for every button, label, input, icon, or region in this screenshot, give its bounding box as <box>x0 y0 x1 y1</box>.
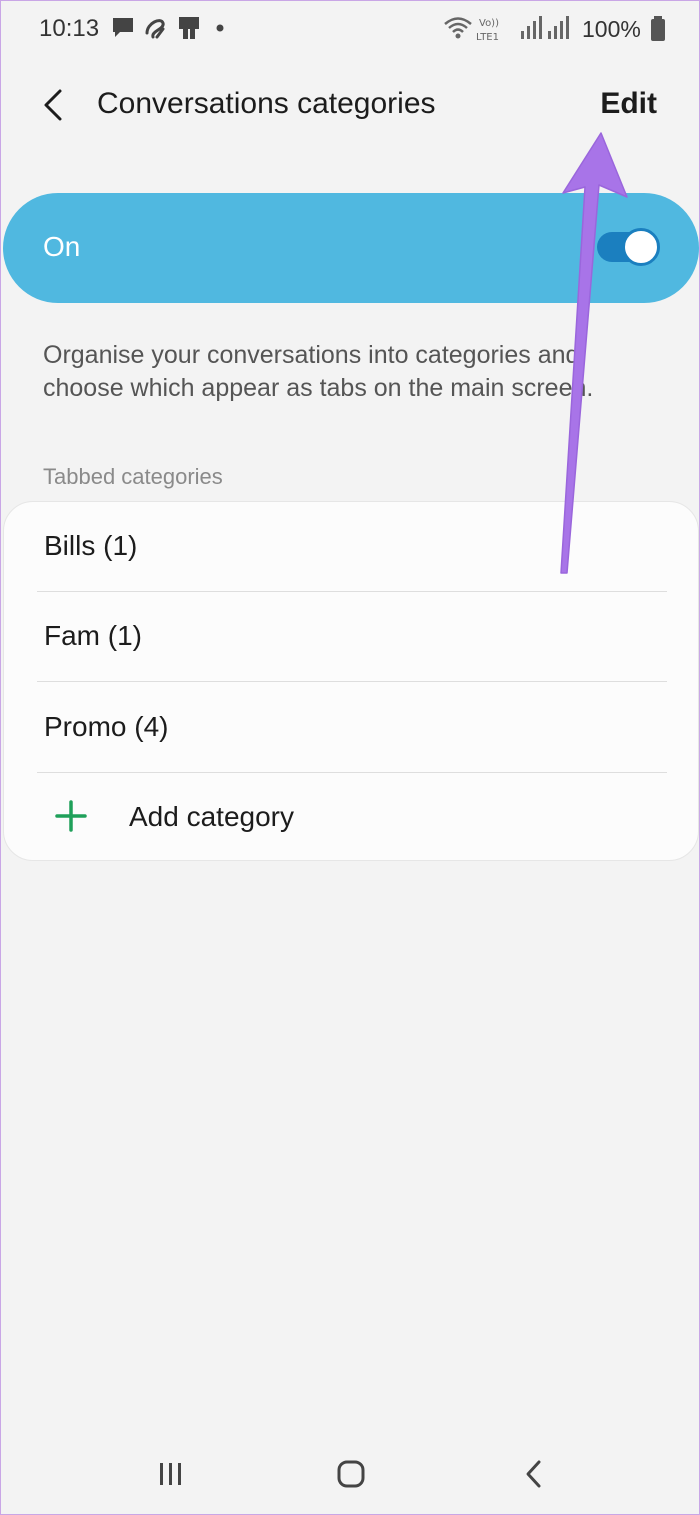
battery-icon <box>651 16 665 41</box>
airtel-icon <box>145 19 165 39</box>
message-icon <box>113 18 133 37</box>
signal-icon <box>548 16 569 39</box>
recent-apps-button[interactable] <box>141 1449 201 1499</box>
home-icon <box>337 1460 365 1488</box>
navigation-bar <box>1 1431 699 1515</box>
battery-percent: 100% <box>582 16 641 42</box>
list-item[interactable]: Bills (1) <box>4 502 700 592</box>
edit-button[interactable]: Edit <box>600 87 657 121</box>
plus-icon <box>55 800 87 832</box>
signal-icon <box>521 16 542 39</box>
wifi-icon <box>444 17 472 39</box>
back-icon <box>526 1460 541 1488</box>
category-label: Fam (1) <box>44 620 142 651</box>
volte-icon: Vo)) LTE1 <box>476 18 499 43</box>
sim-card-icon <box>179 17 199 39</box>
svg-text:LTE1: LTE1 <box>476 32 499 43</box>
description-text: Organise your conversations into categor… <box>43 341 594 402</box>
back-button[interactable] <box>31 83 75 127</box>
divider <box>37 681 667 682</box>
dot-icon <box>216 24 224 32</box>
page-title: Conversations categories <box>97 87 436 120</box>
toggle-switch[interactable] <box>597 228 660 266</box>
section-header-tabbed-categories: Tabbed categories <box>43 464 223 489</box>
conversations-categories-screen: 10:13 Vo)) LTE1 100% Conversations categ… <box>0 0 700 1515</box>
category-label: Promo (4) <box>44 711 169 742</box>
add-category-label: Add category <box>129 801 294 832</box>
category-list: Bills (1) Fam (1) Promo (4) Add category <box>3 501 699 861</box>
svg-text:Vo)): Vo)) <box>479 18 499 29</box>
master-switch[interactable]: On <box>3 193 699 303</box>
status-time: 10:13 <box>39 15 100 42</box>
add-category-button[interactable]: Add category <box>4 773 700 863</box>
list-item[interactable]: Promo (4) <box>4 683 700 773</box>
list-item[interactable]: Fam (1) <box>4 592 700 682</box>
category-label: Bills (1) <box>44 530 138 561</box>
recent-apps-icon <box>160 1463 181 1485</box>
home-button[interactable] <box>321 1449 381 1499</box>
chevron-left-icon <box>44 89 62 121</box>
toggle-thumb <box>622 228 660 266</box>
status-bar: 10:13 Vo)) LTE1 100% <box>1 1 699 61</box>
master-switch-label: On <box>43 231 81 262</box>
nav-back-button[interactable] <box>504 1449 564 1499</box>
